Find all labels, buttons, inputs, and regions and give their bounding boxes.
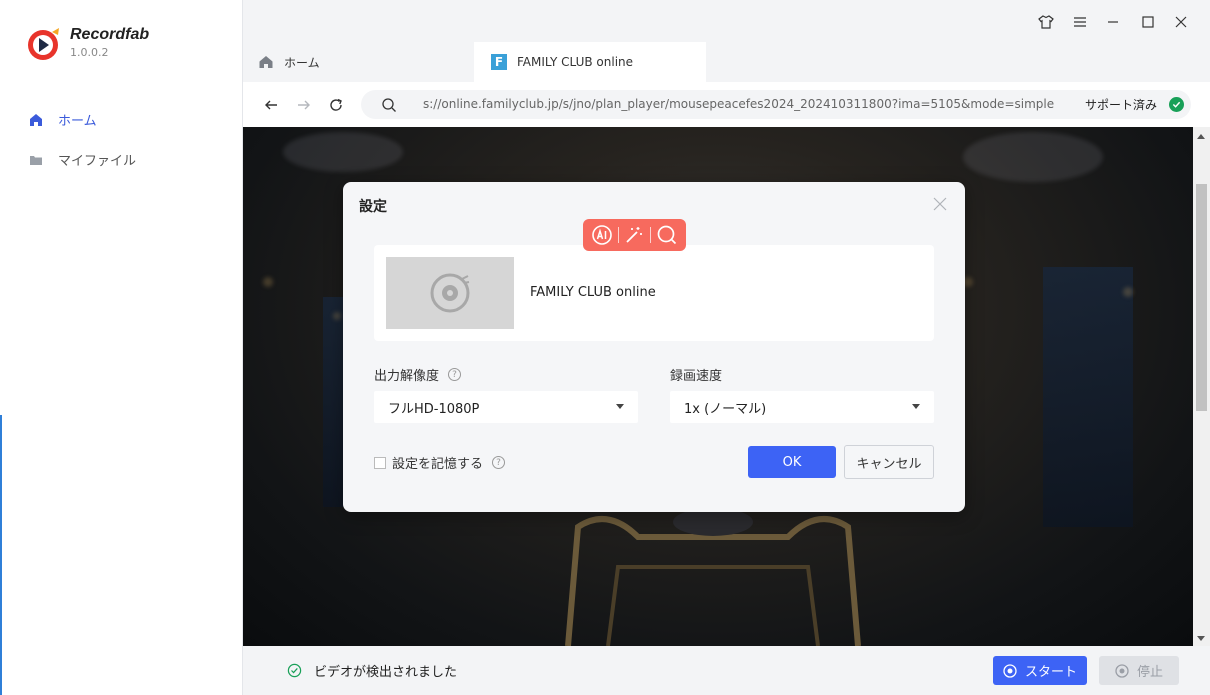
video-scene-light — [333, 312, 341, 320]
magic-wand-icon[interactable] — [623, 224, 645, 246]
url-bar[interactable]: s://online.familyclub.jp/s/jno/plan_play… — [361, 90, 1191, 119]
home-icon — [30, 113, 42, 126]
remember-settings-checkbox[interactable] — [374, 456, 386, 469]
sidebar-item-my-files[interactable]: マイファイル — [28, 150, 136, 169]
skin-button[interactable] — [1036, 12, 1056, 32]
media-title: FAMILY CLUB online — [530, 285, 656, 300]
minimize-button[interactable] — [1103, 12, 1123, 32]
search-icon[interactable] — [656, 224, 678, 246]
menu-button[interactable] — [1070, 12, 1090, 32]
sidebar-item-home[interactable]: ホーム — [28, 110, 97, 129]
cancel-button[interactable]: キャンセル — [844, 445, 934, 479]
scroll-thumb[interactable] — [1196, 184, 1207, 411]
arrow-left-icon — [265, 100, 277, 110]
browser-tabs: ホーム F FAMILY CLUB online — [243, 42, 1210, 82]
record-icon — [1003, 663, 1017, 678]
tab-family-club-online[interactable]: F FAMILY CLUB online — [474, 42, 706, 82]
app-name: Recordfab — [70, 26, 150, 43]
help-icon[interactable]: ? — [448, 368, 462, 381]
close-button[interactable] — [1171, 12, 1191, 32]
chevron-down-icon — [912, 404, 920, 409]
detection-status: ビデオが検出されました — [287, 661, 457, 680]
sidebar: Recordfab 1.0.0.2 ホーム マイファイル — [0, 0, 243, 695]
settings-dialog: 設定 FAMILY CLUB online 出力解像度 ? フルHD-1080P… — [343, 182, 965, 512]
minimize-icon — [1108, 21, 1118, 23]
reload-icon — [330, 98, 342, 111]
speed-value: 1x (ノーマル) — [684, 401, 767, 417]
toolbar-separator — [650, 227, 652, 243]
resolution-label: 出力解像度 ? — [374, 365, 462, 384]
tab-label: FAMILY CLUB online — [517, 55, 634, 69]
help-icon[interactable]: ? — [492, 456, 506, 469]
stop-icon — [1115, 663, 1129, 678]
arrow-right-icon — [298, 100, 310, 110]
app-version: 1.0.0.2 — [70, 46, 109, 59]
sidebar-edge-accent — [0, 415, 2, 695]
supported-label: サポート済み — [1085, 98, 1158, 112]
video-scene-light — [263, 277, 273, 287]
stop-button[interactable]: 停止 — [1099, 656, 1179, 685]
search-icon — [382, 98, 396, 112]
sidebar-item-label: マイファイル — [58, 154, 137, 169]
url-text[interactable]: s://online.familyclub.jp/s/jno/plan_play… — [423, 97, 1075, 111]
resolution-label-text: 出力解像度 — [374, 369, 440, 384]
detection-status-text: ビデオが検出されました — [314, 665, 458, 680]
ok-button[interactable]: OK — [748, 446, 836, 478]
resolution-select[interactable]: フルHD-1080P — [374, 391, 638, 423]
maximize-icon — [1142, 16, 1154, 28]
scroll-down-arrow-icon[interactable] — [1197, 636, 1205, 641]
home-icon — [259, 56, 273, 68]
dialog-title: 設定 — [359, 199, 387, 215]
video-scene-window — [1043, 267, 1133, 527]
folder-icon — [30, 155, 42, 165]
reload-button[interactable] — [327, 96, 345, 114]
start-button-label: スタート — [1024, 665, 1077, 680]
disc-placeholder-icon — [430, 273, 470, 313]
chevron-down-icon — [616, 404, 624, 409]
video-scene-throne — [565, 508, 861, 646]
video-scene-chandelier — [283, 132, 403, 172]
resolution-value: フルHD-1080P — [388, 401, 480, 417]
speed-select[interactable]: 1x (ノーマル) — [670, 391, 934, 423]
menu-icon — [1074, 17, 1086, 27]
title-bar — [243, 0, 1210, 42]
start-button[interactable]: スタート — [993, 656, 1087, 685]
speed-label: 録画速度 — [670, 365, 722, 384]
remember-settings: 設定を記憶する ? — [374, 453, 506, 472]
media-thumbnail — [386, 257, 514, 329]
stop-button-label: 停止 — [1136, 665, 1163, 680]
shirt-icon — [1038, 15, 1054, 29]
page-scrollbar[interactable] — [1193, 127, 1210, 646]
forward-button[interactable] — [295, 96, 313, 114]
speed-label-text: 録画速度 — [670, 369, 723, 384]
address-bar: s://online.familyclub.jp/s/jno/plan_play… — [243, 82, 1210, 127]
toolbar-separator — [617, 227, 619, 243]
sidebar-item-label: ホーム — [58, 114, 97, 129]
recordfab-logo-icon — [28, 28, 59, 60]
media-card: FAMILY CLUB online — [374, 245, 934, 341]
ai-icon[interactable] — [591, 224, 613, 246]
bottom-bar: ビデオが検出されました スタート 停止 — [243, 646, 1210, 695]
tab-home[interactable]: ホーム — [258, 42, 320, 82]
close-icon[interactable] — [933, 197, 947, 211]
video-scene-chandelier — [963, 132, 1103, 182]
supported-status: サポート済み — [1085, 96, 1185, 113]
remember-settings-label[interactable]: 設定を記憶する — [392, 453, 483, 472]
close-icon — [1175, 16, 1187, 28]
ai-toolbar — [583, 219, 686, 251]
f-site-icon: F — [491, 54, 507, 70]
check-circle-icon — [287, 663, 302, 678]
maximize-button[interactable] — [1138, 12, 1158, 32]
video-scene-light — [1123, 287, 1133, 297]
check-circle-icon — [1169, 97, 1185, 112]
back-button[interactable] — [262, 96, 280, 114]
app-logo: Recordfab 1.0.0.2 — [26, 26, 149, 62]
scroll-up-arrow-icon[interactable] — [1197, 134, 1205, 139]
tab-label: ホーム — [284, 55, 320, 70]
